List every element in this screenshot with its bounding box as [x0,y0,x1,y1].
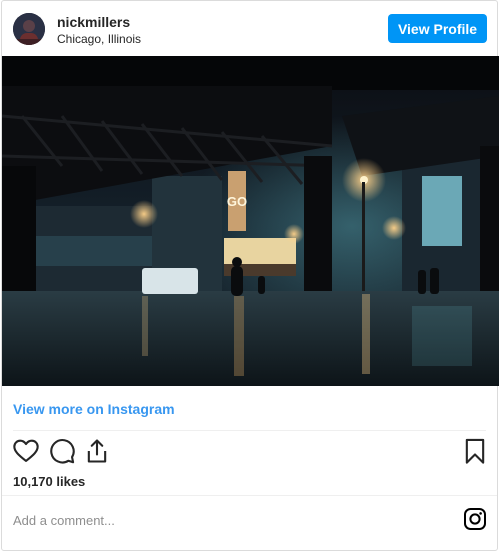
location[interactable]: Chicago, Illinois [57,32,141,46]
svg-text:GO: GO [227,194,247,209]
likes-count[interactable]: 10,170 likes [13,474,85,489]
divider [13,430,486,431]
share-icon[interactable] [83,437,111,465]
view-profile-button[interactable]: View Profile [388,14,487,43]
bookmark-icon[interactable] [461,437,489,465]
comment-input[interactable] [13,509,433,531]
view-more-link[interactable]: View more on Instagram [13,401,175,417]
post-header: nickmillers Chicago, Illinois View Profi… [2,1,497,56]
instagram-logo-icon[interactable] [463,507,487,531]
post-photo[interactable]: GO [2,56,499,386]
photo-image: GO [2,56,499,386]
avatar[interactable] [13,13,45,45]
divider [2,495,497,496]
action-bar [2,437,497,467]
username[interactable]: nickmillers [57,14,130,30]
instagram-embed-card: nickmillers Chicago, Illinois View Profi… [1,0,499,551]
comment-icon[interactable] [48,437,76,465]
avatar-image [13,13,45,45]
heart-icon[interactable] [12,437,40,465]
